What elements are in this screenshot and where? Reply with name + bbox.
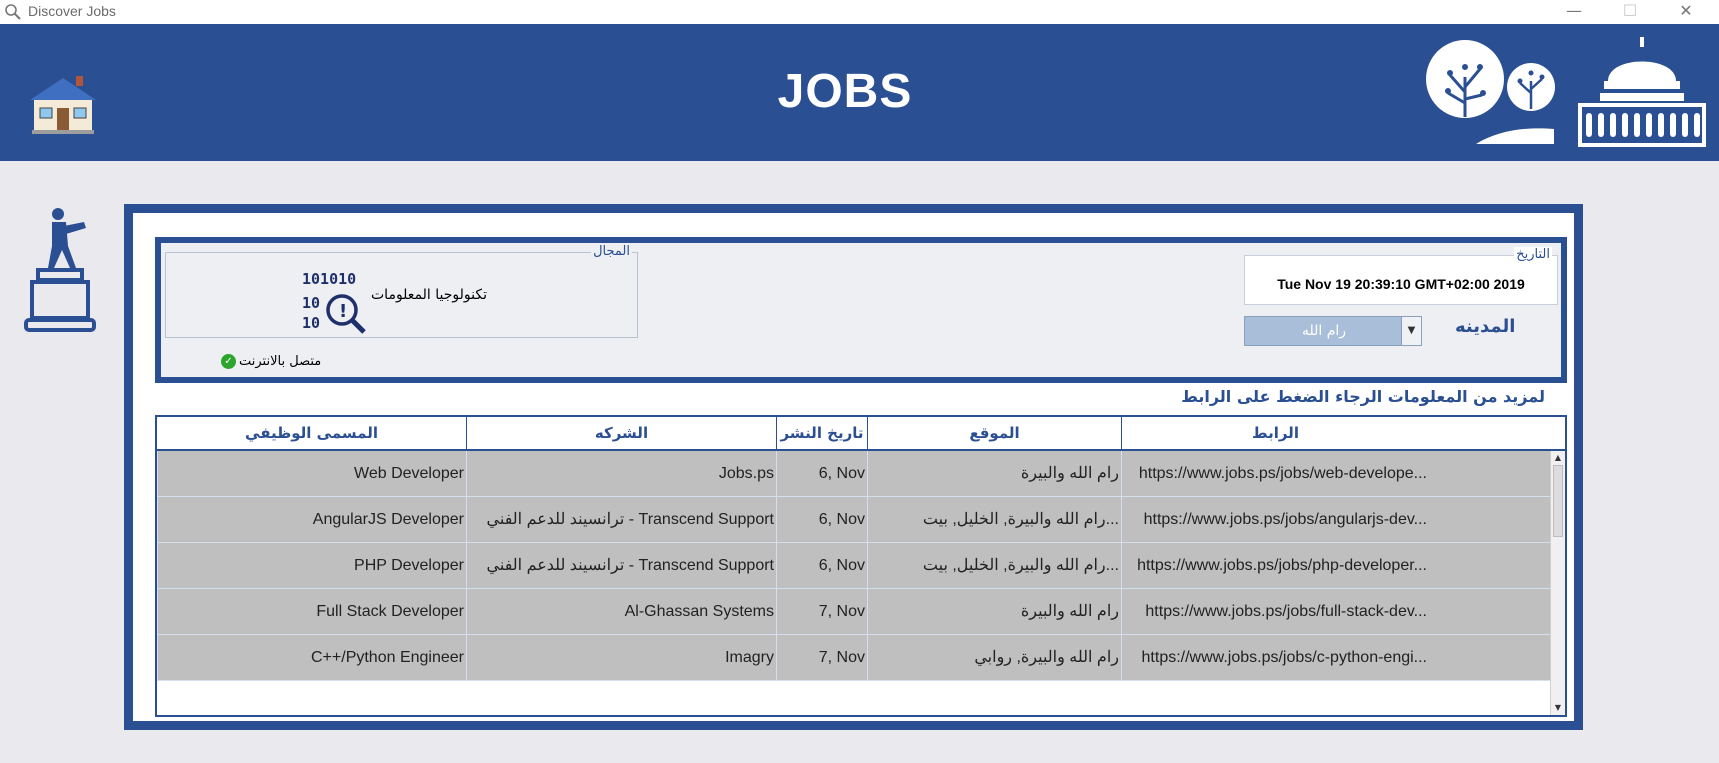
column-header-link[interactable]: الرابط: [1121, 417, 1429, 449]
table-header: المسمى الوظيفي الشركه تاريخ النشر الموقع…: [157, 417, 1565, 451]
field-groupbox[interactable]: المجال 101010 10 10 ! تكنولوجيا المعلوما…: [165, 244, 638, 338]
check-circle-icon: ✓: [221, 354, 236, 369]
cell-link[interactable]: https://www.jobs.ps/jobs/c-python-engi..…: [1121, 635, 1429, 680]
filters-panel: المجال 101010 10 10 ! تكنولوجيا المعلوما…: [155, 237, 1567, 383]
online-status: ✓ متصل بالانترنت: [221, 354, 321, 369]
main-panel: المجال 101010 10 10 ! تكنولوجيا المعلوما…: [124, 204, 1583, 730]
column-header-location[interactable]: الموقع: [867, 417, 1121, 449]
cell-posted: 6, Nov: [776, 497, 867, 542]
city-dropdown[interactable]: رام الله ▼: [1244, 316, 1422, 346]
cell-company: ترانسيند للدعم الفني - Transcend Support: [466, 497, 776, 542]
cell-link[interactable]: https://www.jobs.ps/jobs/web-develope...: [1121, 451, 1429, 496]
cell-link[interactable]: https://www.jobs.ps/jobs/full-stack-dev.…: [1121, 589, 1429, 634]
field-legend: المجال: [591, 244, 632, 259]
cell-posted: 6, Nov: [776, 543, 867, 588]
cell-company: Al-Ghassan Systems: [466, 589, 776, 634]
vertical-scrollbar[interactable]: ▲ ▼: [1550, 451, 1565, 715]
table-row[interactable]: Web Developer Jobs.ps 6, Nov رام الله والبي…: [157, 451, 1550, 497]
svg-text:10: 10: [302, 294, 320, 312]
cell-title: AngularJS Developer: [157, 497, 466, 542]
search-icon: [5, 4, 21, 20]
cell-location: رام الله والبيرة, الخليل, بيت...: [867, 497, 1121, 542]
table-row[interactable]: Full Stack Developer Al-Ghassan Systems 7,…: [157, 589, 1550, 635]
cell-title: PHP Developer: [157, 543, 466, 588]
column-header-company[interactable]: الشركه: [466, 417, 776, 449]
cell-location: رام الله والبيرة: [867, 589, 1121, 634]
cell-posted: 7, Nov: [776, 635, 867, 680]
table-body: Web Developer Jobs.ps 6, Nov رام الله والبي…: [157, 451, 1550, 715]
info-text: لمزيد من المعلومات الرجاء الضغط على الرا…: [1181, 387, 1545, 406]
close-button[interactable]: ✕: [1658, 0, 1714, 24]
cell-title: Full Stack Developer: [157, 589, 466, 634]
statue-icon: [24, 208, 96, 332]
scroll-down-arrow-icon[interactable]: ▼: [1551, 701, 1565, 715]
table-row[interactable]: PHP Developer ترانسيند للدعم الفني - Tran…: [157, 543, 1550, 589]
cell-location: رام الله والبيرة, روابي: [867, 635, 1121, 680]
scroll-thumb[interactable]: [1553, 465, 1563, 537]
online-status-text: متصل بالانترنت: [239, 354, 322, 369]
cell-posted: 7, Nov: [776, 589, 867, 634]
field-value: تكنولوجيا المعلومات: [371, 287, 487, 303]
date-legend: التاريخ: [1514, 247, 1552, 262]
cell-link[interactable]: https://www.jobs.ps/jobs/php-developer..…: [1121, 543, 1429, 588]
column-header-posted[interactable]: تاريخ النشر: [776, 417, 867, 449]
window-titlebar: Discover Jobs — ☐ ✕: [0, 0, 1719, 24]
cell-location: رام الله والبيرة: [867, 451, 1121, 496]
svg-text:10: 10: [302, 314, 320, 332]
window-title: Discover Jobs: [28, 3, 116, 19]
maximize-button[interactable]: ☐: [1602, 0, 1658, 24]
cell-title: C++/Python Engineer: [157, 635, 466, 680]
cell-company: Imagry: [466, 635, 776, 680]
minimize-button[interactable]: —: [1546, 0, 1602, 24]
city-selected-value: رام الله: [1301, 323, 1347, 339]
cell-company: Jobs.ps: [466, 451, 776, 496]
table-row[interactable]: AngularJS Developer ترانسيند للدعم الفني …: [157, 497, 1550, 543]
cell-location: رام الله والبيرة, الخليل, بيت...: [867, 543, 1121, 588]
trees-icon: [1426, 40, 1555, 144]
svg-text:101010: 101010: [302, 270, 356, 288]
jobs-table: المسمى الوظيفي الشركه تاريخ النشر الموقع…: [155, 415, 1567, 717]
chevron-down-icon[interactable]: ▼: [1401, 317, 1421, 345]
cell-company: ترانسيند للدعم الفني - Transcend Support: [466, 543, 776, 588]
date-groupbox: التاريخ Tue Nov 19 20:39:10 GMT+02:00 20…: [1244, 247, 1558, 305]
svg-text:!: !: [339, 301, 347, 322]
column-header-title[interactable]: المسمى الوظيفي: [157, 417, 466, 449]
app-header: JOBS: [0, 24, 1719, 161]
cell-link[interactable]: https://www.jobs.ps/jobs/angularjs-dev..…: [1121, 497, 1429, 542]
table-row[interactable]: C++/Python Engineer Imagry 7, Nov رام الله …: [157, 635, 1550, 681]
dome-of-the-rock-icon: [1578, 37, 1706, 147]
binary-magnifier-icon: 101010 10 10 !: [302, 270, 366, 334]
date-value: Tue Nov 19 20:39:10 GMT+02:00 2019: [1277, 276, 1525, 292]
scroll-up-arrow-icon[interactable]: ▲: [1551, 451, 1565, 465]
cell-posted: 6, Nov: [776, 451, 867, 496]
cell-title: Web Developer: [157, 451, 466, 496]
city-label: المدينه: [1455, 316, 1516, 337]
